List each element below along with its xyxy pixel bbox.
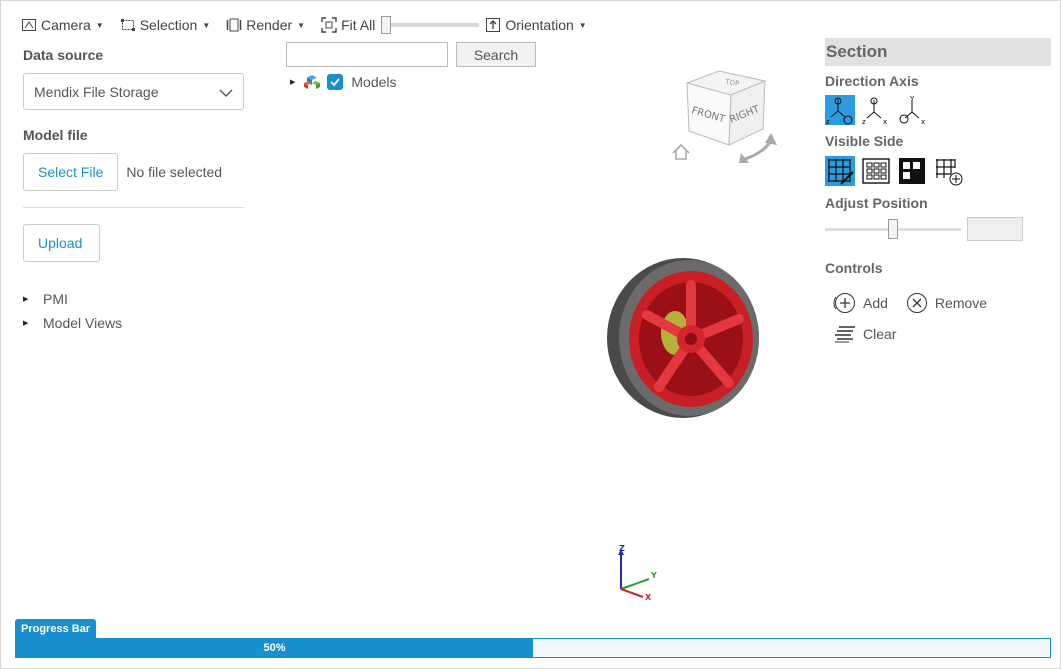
- caret-down-icon: ▼: [202, 20, 211, 30]
- fit-all-button[interactable]: Fit All: [321, 17, 375, 33]
- svg-text:z: z: [862, 118, 866, 125]
- grid-add-icon: [936, 159, 963, 186]
- divider: [23, 207, 244, 208]
- viewer-toolbar: Camera ▼ Selection ▼ Render ▼ Fit All Or…: [21, 13, 603, 37]
- data-source-select[interactable]: Mendix File Storage: [23, 73, 244, 110]
- expand-triangle-icon[interactable]: ▶: [23, 319, 43, 327]
- zoom-slider-handle[interactable]: [381, 16, 392, 34]
- fit-all-label: Fit All: [341, 17, 376, 33]
- remove-section-button[interactable]: Remove: [906, 292, 987, 314]
- model-tree-root[interactable]: ▶ Models: [290, 74, 397, 90]
- no-file-text: No file selected: [126, 164, 223, 180]
- grid-slice-icon: [828, 159, 854, 185]
- tree-item-pmi[interactable]: ▶ PMI: [23, 287, 244, 311]
- axis-x-label: X: [645, 593, 652, 602]
- visible-side-front-button[interactable]: [861, 156, 891, 186]
- svg-text:z: z: [826, 118, 830, 125]
- orientation-label: Orientation: [505, 17, 574, 33]
- selection-menu[interactable]: Selection ▼: [120, 17, 211, 33]
- model-file-label: Model file: [23, 127, 88, 143]
- add-circle-icon: [833, 293, 855, 313]
- render-label: Render: [246, 17, 293, 33]
- axis-triad: Z Y X: [613, 541, 663, 603]
- position-slider[interactable]: [825, 218, 961, 239]
- section-title: Section: [825, 38, 1051, 66]
- render-icon: [226, 17, 242, 33]
- axis-z-button[interactable]: z: [825, 95, 855, 125]
- fit-all-icon: [321, 17, 337, 33]
- model-viewport-wheel[interactable]: [605, 255, 761, 421]
- visible-side-add-button[interactable]: [933, 156, 963, 186]
- tree-item-model-views[interactable]: ▶ Model Views: [23, 311, 244, 335]
- visible-side-group: [825, 156, 1051, 186]
- svg-text:x: x: [921, 118, 925, 125]
- clear-sections-button[interactable]: Clear: [833, 324, 896, 344]
- svg-text:x: x: [883, 118, 887, 125]
- left-panel: Data source Mendix File Storage Model fi…: [23, 47, 244, 335]
- app-frame: Camera ▼ Selection ▼ Render ▼ Fit All Or…: [0, 0, 1061, 669]
- axis-y-icon: Yx: [899, 95, 925, 125]
- zoom-slider[interactable]: [381, 16, 480, 34]
- axis-y-button[interactable]: Yx: [897, 95, 927, 125]
- caret-down-icon: ▼: [95, 20, 104, 30]
- adjust-position-row: [825, 217, 1051, 241]
- position-input[interactable]: [967, 217, 1023, 241]
- upload-button[interactable]: Upload: [23, 224, 100, 262]
- direction-axis-label: Direction Axis: [825, 73, 919, 89]
- axis-x-button[interactable]: zx: [861, 95, 891, 125]
- caret-down-icon: ▼: [578, 20, 587, 30]
- axis-x-icon: zx: [862, 97, 887, 125]
- tree-item-label: PMI: [43, 291, 68, 307]
- selection-icon: [120, 17, 136, 33]
- progress-bar: 50%: [15, 638, 1051, 658]
- remove-circle-icon: [906, 293, 927, 313]
- side-tree: ▶ PMI ▶ Model Views: [23, 287, 244, 335]
- models-label: Models: [351, 74, 397, 90]
- svg-text:Y: Y: [909, 95, 915, 103]
- tree-item-label: Model Views: [43, 315, 123, 331]
- adjust-position-label: Adjust Position: [825, 195, 928, 211]
- camera-label: Camera: [41, 17, 91, 33]
- visible-side-label: Visible Side: [825, 133, 904, 149]
- chevron-down-icon: [219, 84, 233, 100]
- selection-label: Selection: [139, 17, 198, 33]
- home-icon[interactable]: [672, 143, 690, 160]
- axis-y-label: Y: [650, 571, 657, 580]
- assembly-icon: [303, 74, 321, 90]
- progress-value-text: 50%: [263, 642, 286, 654]
- clear-label: Clear: [863, 326, 897, 342]
- orientation-icon: [485, 17, 501, 33]
- section-panel: Section Direction Axis z zx Yx Visible S…: [825, 38, 1051, 349]
- search-input[interactable]: [286, 42, 448, 67]
- render-menu[interactable]: Render ▼: [226, 17, 305, 33]
- camera-icon: [21, 17, 37, 33]
- axis-z-icon: z: [826, 97, 853, 125]
- grid-filled-icon: [899, 158, 925, 184]
- select-file-button[interactable]: Select File: [23, 153, 119, 191]
- direction-axis-group: z zx Yx: [825, 95, 1051, 125]
- data-source-value: Mendix File Storage: [34, 83, 159, 100]
- progress-bar-tag: Progress Bar: [15, 619, 97, 639]
- models-checkbox[interactable]: [327, 74, 344, 90]
- camera-menu[interactable]: Camera ▼: [21, 17, 104, 33]
- visible-side-back-button[interactable]: [897, 156, 927, 186]
- search-button[interactable]: Search: [456, 42, 536, 67]
- check-icon: [330, 78, 341, 86]
- data-source-label: Data source: [23, 47, 104, 63]
- view-cube[interactable]: TOP FRONT RIGHT: [669, 67, 789, 167]
- controls-label: Controls: [825, 260, 883, 276]
- axis-z-label: Z: [619, 544, 625, 553]
- expand-triangle-icon[interactable]: ▶: [290, 78, 295, 86]
- visible-side-both-button[interactable]: [825, 156, 855, 186]
- remove-label: Remove: [934, 295, 988, 311]
- caret-down-icon: ▼: [297, 20, 306, 30]
- orientation-menu[interactable]: Orientation ▼: [485, 17, 587, 33]
- add-section-button[interactable]: Add: [833, 292, 888, 314]
- grid-outline-icon: [862, 158, 890, 184]
- position-slider-handle[interactable]: [888, 218, 898, 239]
- add-label: Add: [863, 295, 888, 311]
- expand-triangle-icon[interactable]: ▶: [23, 295, 43, 303]
- clear-layers-icon: [835, 326, 855, 343]
